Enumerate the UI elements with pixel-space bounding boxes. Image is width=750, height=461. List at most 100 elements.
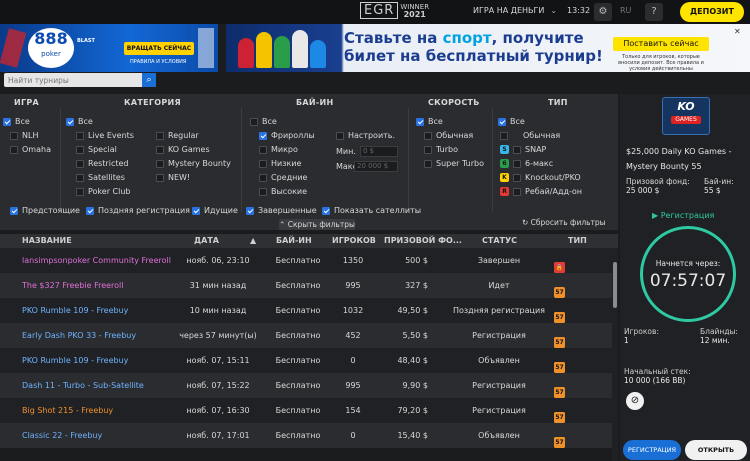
column-header-buyin[interactable]: БАЙ-ИН bbox=[276, 236, 312, 245]
filter-category-mystery-bounty[interactable]: Mystery Bounty bbox=[156, 159, 231, 168]
column-header-status[interactable]: СТАТУС bbox=[482, 236, 517, 245]
filter-game-nlh[interactable]: NLH bbox=[10, 131, 38, 140]
checkbox[interactable] bbox=[156, 131, 164, 140]
filter-buyin-medium[interactable]: Средние bbox=[259, 173, 307, 182]
gear-icon[interactable]: ⚙ bbox=[594, 3, 612, 21]
table-row[interactable]: lansimpsonpoker Community Freeroll нояб.… bbox=[0, 248, 612, 273]
checkbox[interactable] bbox=[156, 145, 164, 154]
search-icon[interactable]: ⌕ bbox=[142, 73, 156, 87]
reset-filters-button[interactable]: ↻ Сбросить фильтры bbox=[522, 218, 606, 227]
hide-filters-button[interactable]: ⌃ Скрыть фильтры bbox=[279, 219, 355, 230]
no-entry-icon[interactable]: ⊘ bbox=[626, 392, 644, 410]
table-row[interactable]: Classic 22 - Freebuy нояб. 07, 17:01 Бес… bbox=[0, 423, 612, 448]
checkbox[interactable] bbox=[259, 173, 267, 182]
promo-banner-888[interactable]: 888 poker BLAST ВРАЩАТЬ СЕЙЧАС ПРАВИЛА И… bbox=[0, 24, 218, 72]
filter-game-omaha[interactable]: Omaha bbox=[10, 145, 51, 154]
column-header-prize[interactable]: ПРИЗОВОЙ ФО... bbox=[384, 236, 462, 245]
filter-buyin-micro[interactable]: Микро bbox=[259, 145, 298, 154]
filter-buyin-freerolls[interactable]: Фрироллы bbox=[259, 131, 315, 140]
filter-category-ko-games[interactable]: KO Games bbox=[156, 145, 210, 154]
filter-speed-all[interactable]: Все bbox=[416, 117, 443, 126]
checkbox[interactable] bbox=[424, 131, 432, 140]
close-icon[interactable]: ✕ bbox=[734, 27, 741, 36]
promo-banner-sport[interactable]: Ставьте на спорт, получите билет на бесп… bbox=[226, 24, 750, 72]
filter-type-knockout[interactable]: K Knockout/PKO bbox=[500, 173, 581, 182]
checkbox[interactable] bbox=[322, 206, 330, 215]
checkbox[interactable] bbox=[66, 117, 74, 126]
filter-category-poker-club[interactable]: Poker Club bbox=[76, 187, 131, 196]
checkbox[interactable] bbox=[259, 159, 267, 168]
checkbox[interactable] bbox=[498, 117, 506, 126]
column-header-type[interactable]: ТИП bbox=[568, 236, 587, 245]
filter-type-regular[interactable]: Обычная bbox=[500, 131, 560, 140]
checkbox[interactable] bbox=[192, 206, 200, 215]
checkbox[interactable] bbox=[76, 159, 84, 168]
filter-speed-super-turbo[interactable]: Super Turbo bbox=[424, 159, 484, 168]
checkbox[interactable] bbox=[76, 131, 84, 140]
checkbox[interactable] bbox=[513, 145, 521, 154]
filter-game-all[interactable]: Все bbox=[3, 117, 30, 126]
scrollbar-thumb[interactable] bbox=[613, 262, 617, 308]
filter-category-regular[interactable]: Regular bbox=[156, 131, 199, 140]
checkbox[interactable] bbox=[513, 173, 521, 182]
search-input[interactable] bbox=[4, 73, 134, 87]
deposit-button[interactable]: ДЕПОЗИТ bbox=[680, 2, 744, 22]
table-scrollbar[interactable] bbox=[612, 248, 618, 461]
checkbox[interactable] bbox=[10, 206, 18, 215]
filter-category-satellites[interactable]: Satellites bbox=[76, 173, 125, 182]
filter-type-all[interactable]: Все bbox=[498, 117, 525, 126]
language-selector[interactable]: RU bbox=[620, 6, 631, 15]
filter-type-rebuy[interactable]: R Ребай/Адд-он bbox=[500, 187, 582, 196]
buyin-max-input[interactable]: 20 000 $ bbox=[354, 161, 398, 172]
checkbox[interactable] bbox=[246, 206, 254, 215]
checkbox[interactable] bbox=[336, 131, 344, 140]
table-row[interactable]: Dash 11 - Turbo - Sub-Satellite нояб. 07… bbox=[0, 373, 612, 398]
checkbox[interactable] bbox=[424, 159, 432, 168]
open-lobby-button[interactable]: ОТКРЫТЬ ЛОББИ bbox=[685, 440, 747, 460]
filter-category-new[interactable]: NEW! bbox=[156, 173, 190, 182]
checkbox[interactable] bbox=[513, 187, 521, 196]
filter-category-all[interactable]: Все bbox=[66, 117, 93, 126]
play-money-dropdown[interactable]: ИГРА НА ДЕНЬГИ ⌄ bbox=[473, 6, 557, 15]
table-row[interactable]: Big Shot 215 - Freebuy нояб. 07, 16:30 Б… bbox=[0, 398, 612, 423]
table-row[interactable]: Early Dash PKO 33 - Freebuy через 57 мин… bbox=[0, 323, 612, 348]
column-header-name[interactable]: НАЗВАНИЕ bbox=[22, 236, 72, 245]
column-header-date[interactable]: ДАТА bbox=[194, 236, 219, 245]
filter-type-snap[interactable]: S SNAP bbox=[500, 145, 546, 154]
filter-running[interactable]: Идущие bbox=[192, 206, 238, 215]
filter-speed-turbo[interactable]: Turbo bbox=[424, 145, 458, 154]
checkbox[interactable] bbox=[259, 131, 267, 140]
table-row[interactable]: PKO Rumble 109 - Freebuy нояб. 07, 15:11… bbox=[0, 348, 612, 373]
spin-now-button[interactable]: ВРАЩАТЬ СЕЙЧАС bbox=[124, 42, 194, 55]
checkbox[interactable] bbox=[156, 173, 164, 182]
filter-category-special[interactable]: Special bbox=[76, 145, 117, 154]
checkbox[interactable] bbox=[424, 145, 432, 154]
table-row[interactable]: The $327 Freebie Freeroll 31 мин назад Б… bbox=[0, 273, 612, 298]
checkbox[interactable] bbox=[513, 159, 521, 168]
checkbox[interactable] bbox=[259, 145, 267, 154]
checkbox[interactable] bbox=[10, 145, 18, 154]
bet-now-button[interactable]: Поставить сейчас bbox=[613, 37, 709, 51]
filter-category-live-events[interactable]: Live Events bbox=[76, 131, 134, 140]
checkbox[interactable] bbox=[259, 187, 267, 196]
column-header-players[interactable]: ИГРОКОВ bbox=[332, 236, 376, 245]
checkbox[interactable] bbox=[250, 117, 258, 126]
checkbox[interactable] bbox=[416, 117, 424, 126]
help-button[interactable]: ? bbox=[645, 3, 663, 21]
terms-link[interactable]: ПРАВИЛА И УСЛОВИЯ bbox=[130, 59, 186, 65]
filter-buyin-custom[interactable]: Настроить. bbox=[336, 131, 395, 140]
checkbox[interactable] bbox=[86, 206, 94, 215]
sort-arrow-icon[interactable]: ▲ bbox=[250, 236, 256, 245]
filter-buyin-all[interactable]: Все bbox=[250, 117, 277, 126]
filter-category-restricted[interactable]: Restricted bbox=[76, 159, 128, 168]
filter-upcoming[interactable]: Предстоящие bbox=[10, 206, 80, 215]
filter-buyin-high[interactable]: Высокие bbox=[259, 187, 307, 196]
checkbox[interactable] bbox=[500, 131, 508, 140]
filter-completed[interactable]: Завершенные bbox=[246, 206, 317, 215]
checkbox[interactable] bbox=[76, 145, 84, 154]
filter-late-registration[interactable]: Поздняя регистрация bbox=[86, 206, 190, 215]
filter-type-6max[interactable]: 6 6-макс bbox=[500, 159, 553, 168]
filter-show-satellites[interactable]: Показать сателлиты bbox=[322, 206, 421, 215]
buyin-min-input[interactable]: 0 $ bbox=[360, 146, 398, 157]
checkbox[interactable] bbox=[76, 173, 84, 182]
